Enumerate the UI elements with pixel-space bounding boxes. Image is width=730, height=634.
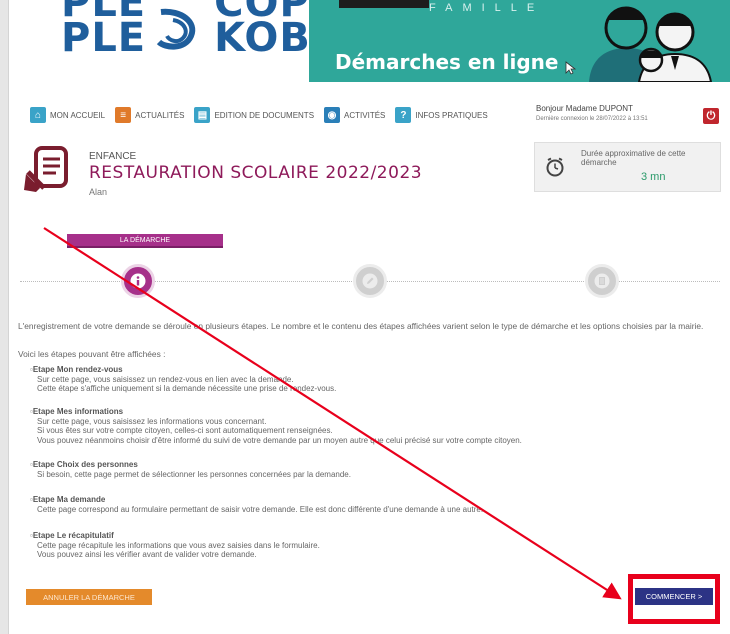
start-button[interactable]: COMMENCER >	[635, 588, 713, 605]
step-title: Etape Ma demande	[30, 495, 483, 505]
nav-label: ACTIVITÉS	[344, 110, 386, 120]
step-summary-indicator	[585, 264, 619, 298]
nav-item-accueil[interactable]: ⌂ MON ACCUEIL	[30, 107, 105, 123]
step-description: Etape Choix des personnes Si besoin, cet…	[30, 460, 351, 479]
duration-box: Durée approximative de cette démarche 3 …	[534, 142, 721, 192]
clock-icon	[546, 157, 564, 177]
info-icon: ?	[395, 107, 412, 123]
list-icon	[594, 273, 610, 289]
step-description: Etape Le récapitulatif Cette page récapi…	[30, 531, 320, 560]
nav-label: ACTUALITÉS	[135, 110, 185, 120]
step-description: Etape Mes informations Sur cette page, v…	[30, 407, 522, 445]
step-title: Etape Le récapitulatif	[30, 531, 320, 541]
step-line: Cette page correspond au formulaire perm…	[37, 504, 484, 514]
step-edit-indicator	[353, 264, 387, 298]
logo-swirl-icon	[156, 8, 196, 50]
step-line: Sur cette page, vous saisissez les infor…	[37, 416, 267, 426]
duration-value: 3 mn	[641, 171, 666, 183]
last-login-text: Dernière connexion le 28/07/2022 à 13:51	[536, 116, 648, 122]
duration-label: Durée approximative de cette démarche	[581, 149, 686, 167]
family-illustration	[589, 6, 713, 82]
nav-item-actualites[interactable]: ≡ ACTUALITÉS	[115, 107, 184, 123]
step-line: Vous pouvez ainsi les vérifier avant de …	[37, 550, 257, 560]
form-icon	[24, 146, 68, 192]
step-title: Etape Choix des personnes	[30, 460, 351, 470]
step-line: Sur cette page, vous saisissez un rendez…	[37, 374, 294, 384]
nav-label: EDITION DE DOCUMENTS	[214, 110, 315, 120]
cursor-icon	[566, 61, 577, 75]
page-title: RESTAURATION SCOLAIRE 2022/2023	[89, 163, 423, 183]
intro-steps-heading: Voici les étapes pouvant être affichées …	[18, 349, 166, 359]
nav-item-activites[interactable]: ◉ ACTIVITÉS	[324, 107, 385, 123]
home-icon: ⌂	[30, 107, 46, 123]
page-category: ENFANCE	[89, 151, 137, 162]
step-info-indicator	[121, 264, 155, 298]
banner-famille: FAMILLE	[429, 2, 545, 14]
step-description: Etape Mon rendez-vous Sur cette page, vo…	[30, 365, 337, 394]
cancel-demarche-button[interactable]: ANNULER LA DÉMARCHE	[26, 589, 152, 605]
greeting-text: Bonjour Madame DUPONT	[536, 104, 633, 113]
logout-button[interactable]: ⏻	[703, 108, 719, 124]
step-line: Si vous êtes sur votre compte citoyen, c…	[37, 426, 333, 436]
main-nav: ⌂ MON ACCUEIL ≡ ACTUALITÉS ▤ EDITION DE …	[30, 104, 488, 126]
nav-item-documents[interactable]: ▤ EDITION DE DOCUMENTS	[194, 107, 314, 123]
nav-item-infos[interactable]: ? INFOS PRATIQUES	[395, 107, 488, 123]
nav-label: INFOS PRATIQUES	[415, 110, 488, 120]
step-line: Vous pouvez néanmoins choisir d'être inf…	[37, 435, 522, 445]
document-icon: ▤	[194, 107, 211, 123]
banner-strip	[339, 0, 429, 8]
nav-label: MON ACCUEIL	[50, 110, 106, 120]
header-banner: PLE COP PLE KOB FAMILLE Démarches en ligne	[9, 0, 730, 82]
user-greeting: Bonjour Madame DUPONT Dernière connexion…	[536, 104, 648, 124]
news-icon: ≡	[115, 107, 132, 123]
child-name: Alan	[89, 187, 108, 197]
left-gutter	[0, 0, 9, 634]
step-line: Si besoin, cette page permet de sélectio…	[37, 469, 351, 479]
activities-icon: ◉	[324, 107, 341, 123]
banner-subtitle: Démarches en ligne	[335, 50, 577, 75]
tab-la-demarche[interactable]: LA DÉMARCHE	[67, 234, 223, 248]
step-line: Cette étape s'affiche uniquement si la d…	[37, 384, 337, 394]
pencil-icon	[362, 273, 378, 289]
intro-paragraph: L'enregistrement de votre demande se dér…	[18, 321, 704, 331]
step-title: Etape Mes informations	[30, 407, 522, 417]
step-description: Etape Ma demande Cette page correspond a…	[30, 495, 483, 514]
step-line: Cette page récapitule les informations q…	[37, 540, 320, 550]
info-icon	[130, 273, 146, 289]
step-title: Etape Mon rendez-vous	[30, 365, 336, 375]
